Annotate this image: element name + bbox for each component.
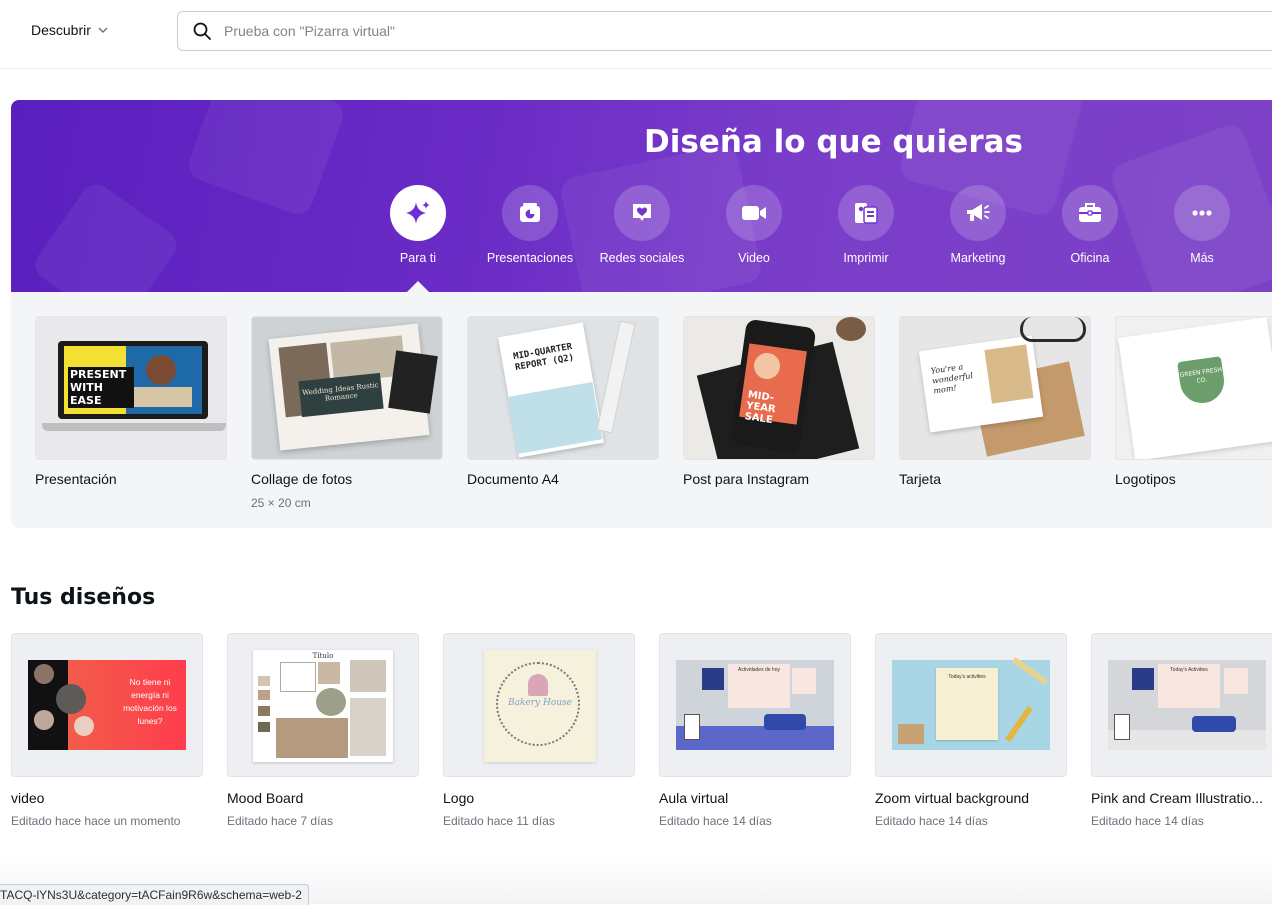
category-label: Más — [1190, 251, 1214, 265]
template-thumbnail: MID-QUARTER REPORT (Q2) — [467, 316, 659, 460]
design-title: Aula virtual — [659, 790, 729, 806]
category-para-ti[interactable]: Para ti — [362, 185, 474, 265]
template-thumbnail: Wedding Ideas Rustic Romance — [251, 316, 443, 460]
design-title: video — [11, 790, 45, 806]
category-icon-circle — [726, 185, 782, 241]
search-box[interactable] — [177, 11, 1272, 51]
hero-banner: Diseña lo que quieras Para ti Presentaci… — [11, 100, 1272, 292]
discover-label: Descubrir — [31, 22, 91, 38]
templates-panel: PRESENT WITH EASE Presentación Wedding I… — [11, 292, 1272, 528]
template-card-logotipos[interactable]: GREEN FRESH CO. Logotipos — [1115, 316, 1272, 487]
template-title: Documento A4 — [467, 471, 559, 487]
category-label: Para ti — [399, 251, 437, 265]
template-thumbnail: You're a wonderful mom! — [899, 316, 1091, 460]
more-icon — [1192, 210, 1212, 216]
template-subtitle: 25 × 20 cm — [251, 496, 311, 510]
template-card-collage[interactable]: Wedding Ideas Rustic Romance Collage de … — [251, 316, 443, 510]
category-icon-circle — [1174, 185, 1230, 241]
print-icon — [855, 203, 878, 224]
category-label: Video — [738, 251, 770, 265]
hero-decoration — [29, 178, 183, 292]
briefcase-icon — [1079, 203, 1101, 222]
category-label: Marketing — [950, 251, 1006, 265]
template-title: Collage de fotos — [251, 471, 353, 487]
category-icon-circle — [1062, 185, 1118, 241]
design-card-mood-board[interactable]: Título Mood Board Editado hace 7 días — [227, 633, 419, 828]
template-title: Logotipos — [1115, 471, 1176, 487]
design-subtitle: Editado hace hace un momento — [11, 814, 181, 828]
template-title: Post para Instagram — [683, 471, 810, 487]
design-thumb-text: Today's Activities — [1158, 664, 1220, 708]
video-camera-icon — [742, 206, 766, 220]
design-card-logo[interactable]: Bakery House Logo Editado hace 11 días — [443, 633, 635, 828]
design-card-aula-virtual[interactable]: Actividades de hoy Aula virtual Editado … — [659, 633, 851, 828]
category-marketing[interactable]: Marketing — [922, 185, 1034, 265]
template-title: Tarjeta — [899, 471, 942, 487]
design-thumbnail: Actividades de hoy — [659, 633, 851, 777]
category-label: Imprimir — [843, 251, 889, 265]
heart-icon — [633, 204, 651, 221]
template-card-presentacion[interactable]: PRESENT WITH EASE Presentación — [35, 316, 227, 487]
chevron-down-icon — [98, 27, 108, 33]
template-card-documento-a4[interactable]: MID-QUARTER REPORT (Q2) Documento A4 — [467, 316, 659, 487]
design-thumb-text: Bakery House — [507, 698, 572, 708]
category-icon-circle — [614, 185, 670, 241]
category-icon-circle — [502, 185, 558, 241]
design-thumbnail: Título — [227, 633, 419, 777]
category-imprimir[interactable]: Imprimir — [810, 185, 922, 265]
hero-title: Diseña lo que quieras — [644, 124, 1023, 160]
design-title: Logo — [443, 790, 475, 806]
template-card-tarjeta[interactable]: You're a wonderful mom! Tarjeta — [899, 316, 1091, 487]
category-presentaciones[interactable]: Presentaciones — [474, 185, 586, 265]
megaphone-icon — [967, 204, 990, 221]
template-title: Presentación — [35, 471, 117, 487]
category-icon-circle — [390, 185, 446, 241]
design-title: Mood Board — [227, 790, 304, 806]
design-thumbnail: Today's Activities — [1091, 633, 1272, 777]
design-title: Pink and Cream Illustratio... — [1091, 790, 1263, 806]
design-thumb-text: No tiene ni energía ni motivación los lu… — [123, 677, 177, 726]
top-bar: Descubrir — [0, 0, 1272, 69]
design-thumbnail: Bakery House — [443, 633, 635, 777]
design-card-video[interactable]: No tiene ni energía ni motivación los lu… — [11, 633, 203, 828]
design-subtitle: Editado hace 14 días — [1091, 814, 1204, 828]
section-title: Tus diseños — [11, 585, 156, 610]
category-oficina[interactable]: Oficina — [1034, 185, 1146, 265]
template-card-instagram-post[interactable]: MID-YEAR SALE Post para Instagram — [683, 316, 875, 487]
template-thumb-text: PRESENT WITH EASE — [68, 367, 134, 408]
category-icon-circle — [838, 185, 894, 241]
category-label: Oficina — [1070, 251, 1110, 265]
design-card-zoom-background[interactable]: Today's activities Zoom virtual backgrou… — [875, 633, 1067, 828]
category-redes-sociales[interactable]: Redes sociales — [586, 185, 698, 265]
hero-decoration — [184, 100, 348, 219]
design-subtitle: Editado hace 7 días — [227, 814, 334, 828]
discover-dropdown[interactable]: Descubrir — [31, 22, 109, 38]
category-label: Redes sociales — [599, 251, 685, 265]
design-thumb-text: Today's activities — [936, 668, 998, 740]
design-subtitle: Editado hace 14 días — [659, 814, 772, 828]
design-thumbnail: No tiene ni energía ni motivación los lu… — [11, 633, 203, 777]
search-input[interactable] — [222, 22, 1126, 40]
design-title: Zoom virtual background — [875, 790, 1030, 806]
category-icon-circle — [950, 185, 1006, 241]
design-subtitle: Editado hace 14 días — [875, 814, 988, 828]
design-thumb-text: Título — [312, 652, 334, 660]
status-bar-url: TACQ-lYNs3U&category=tACFain9R6w&schema=… — [0, 884, 309, 905]
template-thumbnail: GREEN FRESH CO. — [1115, 316, 1272, 460]
template-thumbnail: MID-YEAR SALE — [683, 316, 875, 460]
category-video[interactable]: Video — [698, 185, 810, 265]
search-icon — [193, 22, 211, 40]
presentation-icon — [520, 203, 540, 222]
sparkle-icon — [406, 201, 430, 224]
category-mas[interactable]: Más — [1146, 185, 1258, 265]
design-card-pink-and-cream[interactable]: Today's Activities Pink and Cream Illust… — [1091, 633, 1272, 828]
design-thumb-text: Actividades de hoy — [728, 664, 790, 708]
design-subtitle: Editado hace 11 días — [443, 814, 555, 828]
template-thumbnail: PRESENT WITH EASE — [35, 316, 227, 460]
category-label: Presentaciones — [486, 251, 574, 265]
active-category-pointer — [407, 281, 429, 292]
design-thumbnail: Today's activities — [875, 633, 1067, 777]
